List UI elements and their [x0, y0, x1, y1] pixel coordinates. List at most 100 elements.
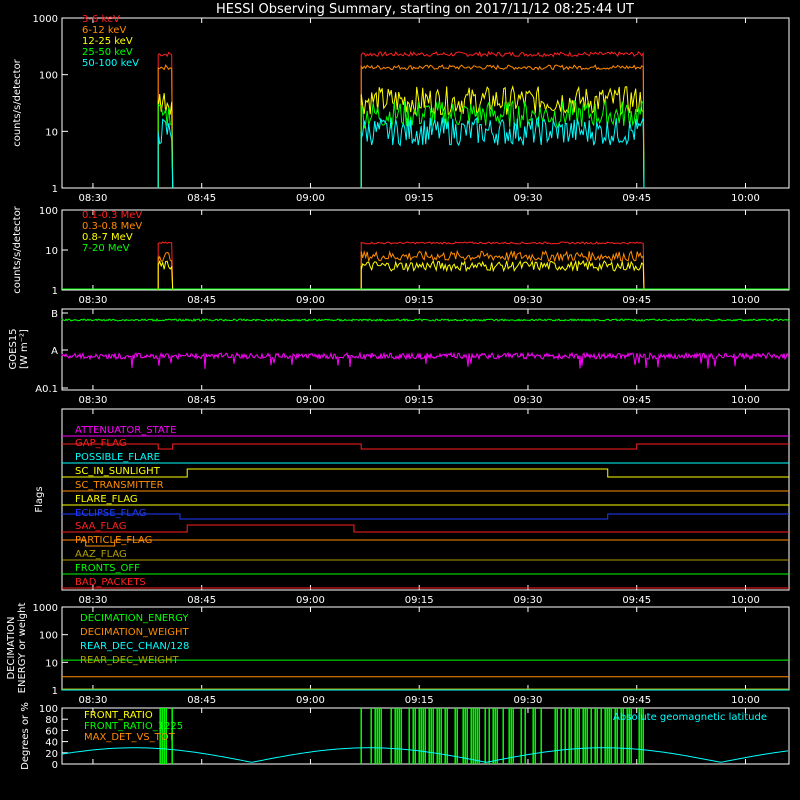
legend-entry: 12-25 keV	[82, 36, 133, 47]
x-tick-label: 10:00	[731, 695, 760, 706]
y-tick-label: 100	[39, 631, 58, 642]
x-tick-label: 09:30	[514, 395, 543, 406]
x-tick-label: 09:00	[296, 193, 325, 204]
x-tick-label: 08:45	[187, 193, 216, 204]
y-axis-label: counts/s/detector	[12, 58, 23, 146]
y-tick-label: 60	[45, 726, 58, 737]
x-tick-label: 08:30	[79, 595, 108, 606]
x-tick-label: 09:00	[296, 595, 325, 606]
y-tick-label: 1000	[33, 14, 58, 25]
x-tick-label: 08:30	[79, 395, 108, 406]
x-tick-label: 09:15	[405, 695, 434, 706]
legend-entry: 0.1-0.3 MeV	[82, 210, 142, 221]
x-tick-label: 09:45	[622, 295, 651, 306]
y-tick-label: A0.1	[35, 384, 58, 395]
legend-entry: Absolute geomagnetic latitude	[613, 712, 767, 723]
x-tick-label: 09:45	[622, 595, 651, 606]
y-tick-label: 10	[45, 658, 58, 669]
legend-entry: 3-6 keV	[82, 14, 120, 25]
plot-frame	[61, 17, 790, 189]
flag-line	[62, 513, 789, 520]
x-tick-label: 09:00	[296, 395, 325, 406]
legend-entry: 25-50 keV	[82, 47, 133, 58]
flag-label: ECLIPSE_FLAG	[75, 508, 146, 519]
x-tick-label: 10:00	[731, 395, 760, 406]
y-axis-label: Degrees or %	[20, 702, 31, 770]
flag-label: FRONTS_OFF	[75, 563, 140, 574]
flag-line	[62, 539, 789, 547]
x-tick-label: 09:15	[405, 295, 434, 306]
y-tick-label: 1	[52, 686, 58, 697]
y-axis-label-2: ENERGY or weight	[17, 603, 28, 694]
flag-label: SC_IN_SUNLIGHT	[75, 466, 161, 477]
legend-entry: 6-12 keV	[82, 25, 126, 36]
flag-label: SAA_FLAG	[75, 521, 126, 532]
flag-label: SC_TRANSMITTER	[75, 480, 164, 491]
legend-entry: REAR_DEC_CHAN/128	[80, 641, 189, 652]
x-tick-label: 09:15	[405, 193, 434, 204]
x-tick-label: 09:15	[405, 395, 434, 406]
x-tick-label: 08:45	[187, 595, 216, 606]
series-line	[61, 351, 790, 369]
legend-entry: MAX_DET_VS_TOT	[84, 732, 176, 743]
y-tick-label: 40	[45, 738, 58, 749]
x-tick-label: 09:45	[622, 695, 651, 706]
chart-title: HESSI Observing Summary, starting on 201…	[216, 2, 634, 17]
x-tick-label: 08:45	[187, 695, 216, 706]
legend-entry: 0.3-0.8 MeV	[82, 221, 142, 232]
legend-entry: 50-100 keV	[82, 58, 139, 69]
legend-entry: DECIMATION_WEIGHT	[80, 627, 189, 638]
x-tick-label: 10:00	[731, 295, 760, 306]
legend-entry: FRONT_RATIO	[84, 710, 153, 721]
legend-entry: 0.8-7 MeV	[82, 232, 133, 243]
y-axis-label: counts/s/detector	[12, 205, 23, 293]
x-tick-label: 09:45	[622, 395, 651, 406]
x-tick-label: 09:30	[514, 295, 543, 306]
y-axis-label: GOES15	[8, 328, 19, 369]
x-tick-label: 09:30	[514, 695, 543, 706]
y-tick-label: 1	[52, 184, 58, 195]
x-tick-label: 08:45	[187, 395, 216, 406]
y-tick-label: 100	[39, 704, 58, 715]
legend-entry: FRONT_RATIO_1225	[84, 721, 183, 732]
y-tick-label: B	[51, 309, 58, 320]
series-line	[157, 99, 645, 189]
flag-label: ATTENUATOR_STATE	[75, 425, 176, 436]
y-tick-label: 80	[45, 715, 58, 726]
x-tick-label: 09:45	[622, 193, 651, 204]
series-line	[61, 318, 790, 322]
x-tick-label: 08:30	[79, 193, 108, 204]
plot-frame	[61, 209, 790, 291]
flag-label: GAP_FLAG	[75, 438, 127, 449]
flag-line	[62, 468, 789, 478]
y-tick-label: 1	[52, 286, 58, 297]
legend-entry: REAR_DEC_WEIGHT	[80, 655, 179, 666]
flag-line	[62, 524, 789, 533]
x-tick-label: 09:00	[296, 695, 325, 706]
y-axis-label: Flags	[34, 486, 45, 512]
x-tick-label: 10:00	[731, 595, 760, 606]
x-tick-label: 09:30	[514, 595, 543, 606]
y-tick-label: 20	[45, 749, 58, 760]
y-tick-label: 100	[39, 71, 58, 82]
x-tick-label: 10:00	[731, 193, 760, 204]
series-line	[157, 249, 645, 291]
flag-label: PARTICLE_FLAG	[75, 535, 152, 546]
x-tick-label: 09:30	[514, 193, 543, 204]
y-tick-label: 1000	[33, 603, 58, 614]
y-tick-label: 10	[45, 127, 58, 138]
x-tick-label: 09:00	[296, 295, 325, 306]
flag-label: POSSIBLE_FLARE	[75, 452, 160, 463]
plot-frame	[61, 308, 790, 391]
y-tick-label: 0	[52, 760, 58, 771]
y-tick-label: A	[51, 346, 58, 357]
legend-entry: DECIMATION_ENERGY	[80, 613, 189, 624]
flag-line	[62, 443, 789, 450]
x-tick-label: 08:45	[187, 295, 216, 306]
chart-canvas: HESSI Observing Summary, starting on 201…	[6, 2, 790, 771]
legend-entry: 7-20 MeV	[82, 243, 130, 254]
y-tick-label: 10	[45, 246, 58, 257]
flag-label: BAD_PACKETS	[75, 577, 146, 588]
series-line	[157, 116, 645, 189]
flag-label: AAZ_FLAG	[75, 549, 127, 560]
